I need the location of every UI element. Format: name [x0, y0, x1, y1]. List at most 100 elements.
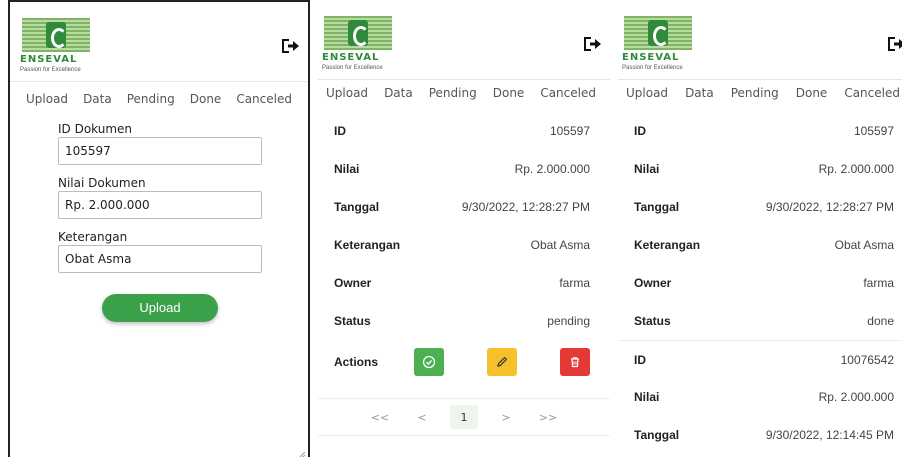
detail-value: 9/30/2022, 12:28:27 PM — [461, 200, 590, 214]
check-circle-icon — [422, 355, 436, 369]
done-row-nilai: Nilai Rp. 2.000.000 — [618, 378, 902, 416]
detail-row-owner: Owner farma — [318, 264, 610, 302]
detail-value: 9/30/2022, 12:28:27 PM — [765, 200, 894, 214]
app-header: ENSEVAL Passion for Excellence — [10, 2, 308, 82]
detail-label: Status — [634, 314, 671, 328]
prev-page-button[interactable]: < — [408, 405, 436, 429]
logo-tagline: Passion for Excellence — [322, 65, 383, 71]
detail-value: Obat Asma — [530, 238, 590, 252]
detail-label: Tanggal — [634, 428, 680, 442]
logout-icon[interactable] — [280, 38, 300, 54]
detail-label: ID — [634, 352, 646, 367]
delete-button[interactable] — [560, 348, 590, 376]
detail-value: 9/30/2022, 12:14:45 PM — [765, 428, 894, 442]
done-row-nilai: Nilai Rp. 2.000.000 — [618, 150, 902, 188]
logo-mark — [22, 18, 90, 52]
upload-button[interactable]: Upload — [102, 294, 218, 322]
detail-row-tanggal: Tanggal 9/30/2022, 12:28:27 PM — [318, 188, 610, 226]
nilai-dokumen-input[interactable]: Rp. 2.000.000 — [58, 191, 262, 219]
nav-tabs: Upload Data Pending Done Canceled — [618, 86, 902, 108]
detail-value: 105597 — [549, 124, 590, 138]
pagination: << < 1 > >> — [318, 398, 610, 436]
detail-label: Keterangan — [634, 238, 701, 252]
tab-canceled[interactable]: Canceled — [236, 92, 292, 114]
tab-done[interactable]: Done — [190, 92, 222, 114]
tab-pending[interactable]: Pending — [127, 92, 175, 114]
logo-brand: ENSEVAL — [20, 54, 78, 65]
nav-tabs: Upload Data Pending Done Canceled — [318, 86, 610, 108]
done-list: ID 105597 Nilai Rp. 2.000.000 Tanggal 9/… — [618, 112, 902, 454]
detail-label: ID — [334, 124, 346, 138]
tab-canceled[interactable]: Canceled — [844, 86, 900, 108]
resize-handle-icon[interactable] — [296, 445, 306, 457]
detail-row-id: ID 105597 — [318, 112, 610, 150]
done-row-tanggal: Tanggal 9/30/2022, 12:28:27 PM — [618, 188, 902, 226]
id-dokumen-input[interactable]: 105597 — [58, 137, 262, 165]
logo-brand: ENSEVAL — [622, 52, 680, 63]
done-row-id: ID 10076542 — [618, 340, 902, 378]
detail-label: Nilai — [634, 162, 660, 176]
upload-panel: ENSEVAL Passion for Excellence Upload Da… — [8, 0, 310, 457]
keterangan-label: Keterangan — [58, 230, 128, 244]
tab-data[interactable]: Data — [83, 92, 112, 114]
tab-upload[interactable]: Upload — [326, 86, 368, 108]
enseval-logo: ENSEVAL Passion for Excellence — [20, 18, 92, 73]
detail-label: Tanggal — [634, 200, 680, 214]
detail-label: Owner — [334, 276, 372, 290]
keterangan-input[interactable]: Obat Asma — [58, 245, 262, 273]
detail-label: ID — [634, 124, 646, 138]
trash-icon — [571, 357, 579, 368]
done-panel: ENSEVAL Passion for Excellence Upload Da… — [618, 0, 902, 457]
document-detail: ID 105597 Nilai Rp. 2.000.000 Tanggal 9/… — [318, 112, 610, 384]
detail-value: Obat Asma — [834, 238, 894, 252]
pencil-icon — [497, 356, 508, 367]
enseval-logo: ENSEVAL Passion for Excellence — [322, 16, 394, 71]
tab-data[interactable]: Data — [685, 86, 714, 108]
tab-upload[interactable]: Upload — [26, 92, 68, 114]
detail-value: 105597 — [853, 124, 894, 138]
detail-value: 10076542 — [840, 352, 894, 367]
detail-value: Rp. 2.000.000 — [818, 390, 894, 404]
id-dokumen-label: ID Dokumen — [58, 122, 133, 136]
logout-icon[interactable] — [886, 36, 902, 52]
done-row-status: Status done — [618, 302, 902, 340]
approve-button[interactable] — [414, 348, 444, 376]
done-row-id: ID 105597 — [618, 112, 902, 150]
current-page[interactable]: 1 — [450, 405, 478, 429]
app-header: ENSEVAL Passion for Excellence — [618, 0, 902, 80]
detail-value: farma — [559, 276, 590, 290]
detail-label: Nilai — [334, 162, 360, 176]
done-row-keterangan: Keterangan Obat Asma — [618, 226, 902, 264]
detail-row-keterangan: Keterangan Obat Asma — [318, 226, 610, 264]
tab-pending[interactable]: Pending — [429, 86, 477, 108]
tab-done[interactable]: Done — [493, 86, 525, 108]
last-page-button[interactable]: >> — [534, 405, 562, 429]
detail-label: Keterangan — [334, 238, 401, 252]
logout-icon[interactable] — [582, 36, 602, 52]
detail-row-actions: Actions — [318, 340, 610, 384]
action-buttons — [414, 348, 590, 376]
tab-data[interactable]: Data — [384, 86, 413, 108]
detail-value: Rp. 2.000.000 — [818, 162, 894, 176]
logo-mark — [624, 16, 692, 50]
tab-upload[interactable]: Upload — [626, 86, 668, 108]
logo-tagline: Passion for Excellence — [622, 65, 683, 71]
app-header: ENSEVAL Passion for Excellence — [318, 0, 610, 80]
tab-canceled[interactable]: Canceled — [540, 86, 596, 108]
first-page-button[interactable]: << — [366, 405, 394, 429]
detail-label: Status — [334, 314, 371, 328]
logo-tagline: Passion for Excellence — [20, 67, 81, 73]
enseval-logo: ENSEVAL Passion for Excellence — [622, 16, 694, 71]
status-value: done — [867, 314, 894, 328]
detail-label: Tanggal — [334, 200, 380, 214]
detail-value: farma — [863, 276, 894, 290]
tab-done[interactable]: Done — [796, 86, 828, 108]
nilai-dokumen-label: Nilai Dokumen — [58, 176, 146, 190]
tab-pending[interactable]: Pending — [731, 86, 779, 108]
status-value: pending — [547, 314, 590, 328]
nav-tabs: Upload Data Pending Done Canceled — [10, 92, 308, 114]
detail-label: Nilai — [634, 390, 660, 404]
edit-button[interactable] — [487, 348, 517, 376]
next-page-button[interactable]: > — [492, 405, 520, 429]
detail-row-status: Status pending — [318, 302, 610, 340]
